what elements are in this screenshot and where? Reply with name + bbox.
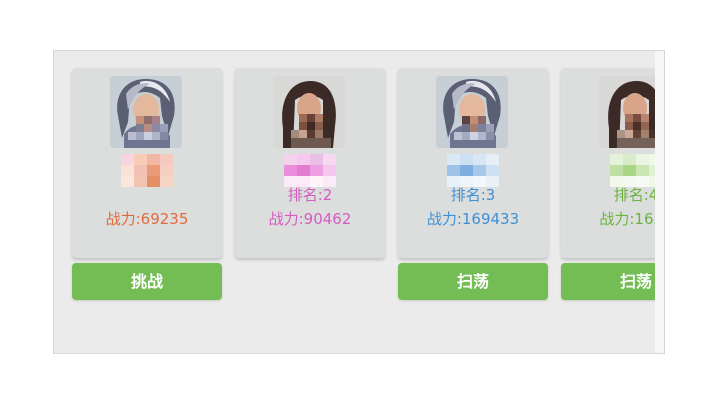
rank-text: 排名:4: [613, 186, 655, 204]
name-mosaic-tile: [460, 154, 473, 165]
name-mosaic-tile: [147, 165, 160, 176]
rank-text: 排名:2: [287, 186, 333, 204]
name-mosaic-tile: [134, 165, 147, 176]
name-mosaic-tile: [623, 165, 636, 176]
character-portrait-silver-hair: [110, 76, 182, 148]
name-mosaic-tile: [473, 154, 486, 165]
combat-power-text: 战力:69235: [105, 210, 189, 228]
combat-power-text: 战力:1636: [599, 210, 655, 228]
name-mosaic-tile: [636, 165, 649, 176]
name-mosaic-tile: [486, 165, 499, 176]
name-mosaic-tile: [610, 154, 623, 165]
name-mosaic-tile: [121, 165, 134, 176]
name-mosaic-tile: [147, 176, 160, 187]
player-name-blurred: [447, 154, 499, 188]
player-name-blurred: [610, 154, 655, 188]
name-mosaic-tile: [636, 154, 649, 165]
sweep-button[interactable]: 扫荡: [398, 263, 548, 300]
name-mosaic-tile: [134, 176, 147, 187]
rank-text: 排名:3: [450, 186, 496, 204]
name-mosaic-tile: [297, 154, 310, 165]
combat-power-text: 战力:90462: [268, 210, 352, 228]
opponent-card-1[interactable]: 战力:69235: [72, 68, 222, 258]
name-mosaic-tile: [147, 154, 160, 165]
opponent-card-2[interactable]: 排名:2 战力:90462: [235, 68, 385, 258]
sweep-button[interactable]: 扫荡: [561, 263, 655, 300]
name-mosaic-tile: [447, 154, 460, 165]
name-mosaic-tile: [610, 165, 623, 176]
name-mosaic-tile: [134, 154, 147, 165]
name-mosaic-tile: [447, 165, 460, 176]
scroll-edge: [655, 51, 664, 353]
name-mosaic-tile: [310, 154, 323, 165]
name-mosaic-tile: [121, 154, 134, 165]
opponent-card-3[interactable]: 排名:3 战力:169433: [398, 68, 548, 258]
opponent-list[interactable]: 战力:69235 挑战 排名:2 战力:90462 排名:3 战力:169433…: [54, 51, 655, 353]
name-mosaic-tile: [460, 165, 473, 176]
name-mosaic-tile: [323, 154, 336, 165]
player-name-blurred: [121, 154, 173, 188]
character-portrait-dark-hair: [273, 76, 345, 148]
name-mosaic-tile: [121, 176, 134, 187]
player-name-blurred: [284, 154, 336, 188]
character-portrait-dark-hair: [599, 76, 655, 148]
name-mosaic-tile: [160, 176, 173, 187]
name-mosaic-tile: [160, 154, 173, 165]
name-mosaic-tile: [486, 154, 499, 165]
name-mosaic-tile: [160, 165, 173, 176]
name-mosaic-tile: [623, 154, 636, 165]
name-mosaic-tile: [297, 165, 310, 176]
name-mosaic-tile: [323, 165, 336, 176]
challenge-button[interactable]: 挑战: [72, 263, 222, 300]
name-mosaic-tile: [284, 165, 297, 176]
arena-opponent-panel: 战力:69235 挑战 排名:2 战力:90462 排名:3 战力:169433…: [53, 50, 665, 354]
name-mosaic-tile: [310, 165, 323, 176]
combat-power-text: 战力:169433: [426, 210, 520, 228]
opponent-card-4[interactable]: 排名:4 战力:1636: [561, 68, 655, 258]
name-mosaic-tile: [473, 165, 486, 176]
name-mosaic-tile: [284, 154, 297, 165]
character-portrait-silver-hair: [436, 76, 508, 148]
